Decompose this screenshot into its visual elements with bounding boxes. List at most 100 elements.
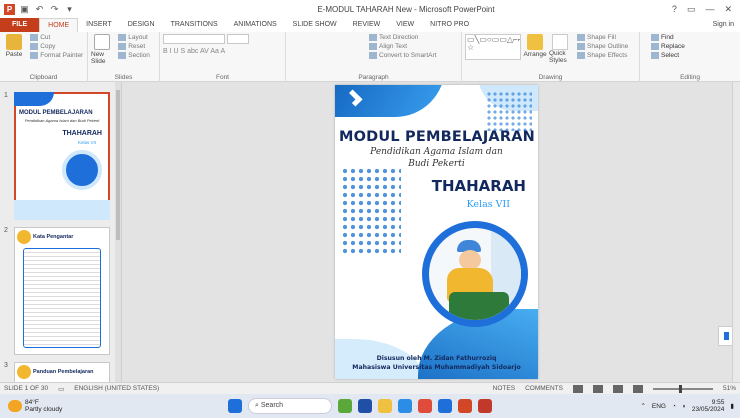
tab-home[interactable]: HOME [39,18,79,32]
reset-button[interactable]: Reset [118,43,150,50]
thumbnail-scroll-thumb[interactable] [116,90,120,240]
slide-sorter-icon[interactable] [592,384,603,393]
minimize-button[interactable]: — [705,4,714,15]
editing-group: Find Replace Select Editing [640,32,740,82]
shapes-gallery[interactable]: ▭╲▭○▭▭△⌐⌐⇧⇩▭↰↰⌒{}☆ [465,34,521,60]
close-button[interactable]: ✕ [724,4,732,15]
tab-slide-show[interactable]: SLIDE SHOW [285,18,345,32]
notes-button[interactable]: NOTES [493,385,515,392]
slide-editing-area[interactable]: MODUL PEMBELAJARAN Pendidikan Agama Isla… [122,82,740,382]
paste-button[interactable]: Paste [3,34,25,58]
find-button[interactable]: Find [651,34,685,41]
shape-effects-button[interactable]: Shape Effects [577,52,628,59]
quick-styles-button[interactable]: Quick Styles [549,34,571,64]
spellcheck-icon[interactable]: ▭ [58,385,64,393]
taskbar-app-1-icon[interactable] [338,399,352,413]
zoom-slider[interactable] [652,384,713,393]
system-clock[interactable]: 9:55 23/05/2024 [692,399,725,413]
font-size-combo[interactable] [227,34,250,44]
customize-qat-icon[interactable]: ▾ [64,4,75,15]
align-text-button[interactable]: Align Text [369,43,436,50]
taskbar-search[interactable]: ⌕ Search [248,398,332,414]
convert-smartart-button[interactable]: Convert to SmartArt [369,52,436,59]
text-direction-button[interactable]: Text Direction [369,34,436,41]
smartart-icon [369,52,377,59]
chrome-browser-icon[interactable] [418,399,432,413]
tab-transitions[interactable]: TRANSITIONS [163,18,226,32]
wifi-icon[interactable]: ◔ [672,403,676,410]
slide-title[interactable]: MODUL PEMBELAJARAN [339,129,538,145]
help-button[interactable]: ? [672,4,677,15]
comments-button[interactable]: COMMENTS [525,385,563,392]
cut-button[interactable]: Cut [30,34,83,41]
input-language[interactable]: ENG [652,403,666,410]
slide-thumbnail-2[interactable]: Kata Pengantar [14,227,110,355]
tab-view[interactable]: VIEW [388,18,422,32]
shape-outline-button[interactable]: Shape Outline [577,43,628,50]
tab-file[interactable]: FILE [0,18,40,32]
slide-thumbnail-3[interactable]: Panduan Pembelajaran [14,362,110,382]
word-icon[interactable] [438,399,452,413]
text-direction-icon [369,34,377,41]
slide-credit-author[interactable]: Disusun oleh M. Zidan Fathurroziq [335,355,538,362]
arrange-button[interactable]: Arrange [523,34,547,64]
ribbon-display-button[interactable]: ▭ [687,4,696,15]
slide-subtitle-line2[interactable]: Budi Pekerti [335,159,538,169]
font-family-combo[interactable] [163,34,225,44]
notification-icon[interactable]: ▮ [730,402,734,410]
reset-icon [118,43,127,50]
slide-illustration[interactable] [422,221,528,327]
slide-canvas[interactable]: MODUL PEMBELAJARAN Pendidikan Agama Isla… [335,85,538,379]
new-slide-button[interactable]: New Slide [91,34,113,65]
font-format-buttons[interactable]: B I U S abc AV Aa A [163,48,282,55]
tab-insert[interactable]: INSERT [78,18,120,32]
illustration-face [459,250,481,270]
zoom-level[interactable]: 51% [723,385,736,392]
slide-subtitle-line1[interactable]: Pendidikan Agama Islam dan [335,147,538,157]
file-explorer-icon[interactable] [378,399,392,413]
editor-scrollbar[interactable] [732,82,740,382]
edge-browser-icon[interactable] [398,399,412,413]
slide-thumbnail-pane[interactable]: 1 MODUL PEMBELAJARAN Pendidikan Agama Is… [0,82,122,382]
volume-icon[interactable]: ◖ [682,403,686,410]
format-painter-button[interactable]: Format Painter [30,52,83,59]
tab-animations[interactable]: ANIMATIONS [226,18,285,32]
slide-class-label[interactable]: Kelas VII [467,199,510,210]
paste-icon [6,34,22,50]
tab-nitro-pro[interactable]: NITRO PRO [422,18,477,32]
slide-credit-affiliation[interactable]: Mahasiswa Universitas Muhammadiyah Sidoa… [335,364,538,371]
font-group: B I U S abc AV Aa A Font [160,32,286,82]
undo-icon[interactable]: ↶ [34,4,45,15]
tray-overflow-icon[interactable]: ⌃ [640,402,645,410]
zoom-slider-handle[interactable] [678,384,682,393]
sign-in-link[interactable]: Sign in [713,18,740,32]
replace-button[interactable]: Replace [651,43,685,50]
slideshow-view-icon[interactable] [632,384,643,393]
slide-dots-left [341,167,401,257]
ribbon-tabs: FILE HOME INSERT DESIGN TRANSITIONS ANIM… [0,18,740,32]
quick-access-toolbar: P ▣ ↶ ↷ ▾ [0,3,140,15]
status-bar: SLIDE 1 OF 30 ▭ ENGLISH (UNITED STATES) … [0,382,740,394]
slide-heading[interactable]: THAHARAH [432,177,526,195]
slide-thumbnail-1[interactable]: MODUL PEMBELAJARAN Pendidikan Agama Isla… [14,92,110,220]
powerpoint-app-icon[interactable]: P [4,3,15,15]
powerpoint-taskbar-icon[interactable] [458,399,472,413]
weather-widget[interactable]: 84°F Partly cloudy [0,399,120,413]
redo-icon[interactable]: ↷ [49,4,60,15]
windows-start-icon[interactable] [228,399,242,413]
layout-button[interactable]: Layout [118,34,150,41]
select-button[interactable]: Select [651,52,685,59]
shape-fill-button[interactable]: Shape Fill [577,34,628,41]
pdf-app-icon[interactable] [478,399,492,413]
section-button[interactable]: Section [118,52,150,59]
copy-button[interactable]: Copy [30,43,83,50]
tab-review[interactable]: REVIEW [345,18,389,32]
reading-view-icon[interactable] [612,384,623,393]
tab-design[interactable]: DESIGN [120,18,163,32]
save-icon[interactable]: ▣ [19,4,30,15]
taskbar-app-2-icon[interactable] [358,399,372,413]
language-indicator[interactable]: ENGLISH (UNITED STATES) [74,385,159,393]
copy-icon [30,43,39,50]
thumbnail-scrollbar[interactable] [115,82,121,382]
normal-view-icon[interactable] [572,384,583,393]
